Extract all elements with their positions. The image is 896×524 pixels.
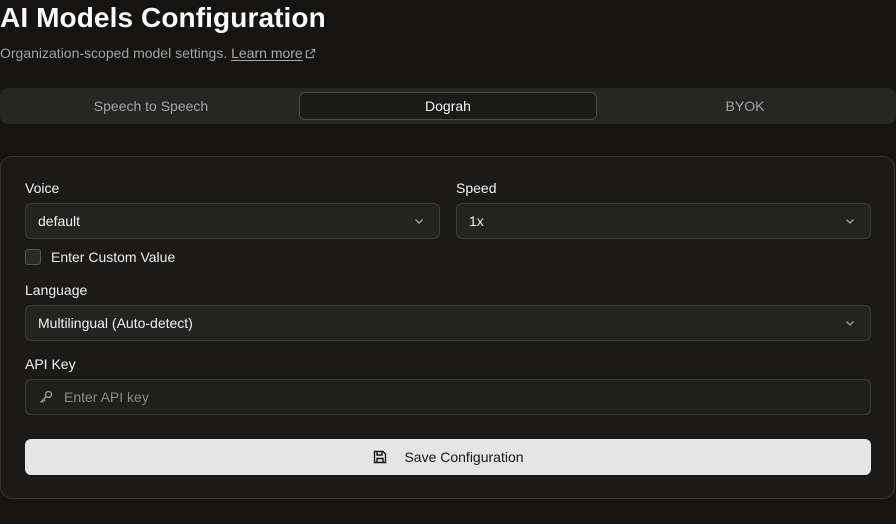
save-label: Save Configuration [404,449,524,465]
tab-speech-to-speech[interactable]: Speech to Speech [3,92,299,120]
voice-select[interactable]: default [25,203,440,239]
configuration-card: Voice default Speed 1x Enter Custom Valu… [0,156,895,499]
custom-value-row: Enter Custom Value [25,249,175,265]
language-select[interactable]: Multilingual (Auto-detect) [25,305,871,341]
learn-more-link[interactable]: Learn more [231,45,316,61]
api-key-label: API Key [25,356,76,372]
tab-dograh[interactable]: Dograh [299,92,597,120]
model-tabs: Speech to Speech Dograh BYOK [0,88,896,124]
save-icon [374,450,387,464]
voice-value: default [38,213,81,229]
language-label: Language [25,282,88,298]
subtitle-text: Organization-scoped model settings. [0,45,228,61]
chevron-down-icon [846,219,854,224]
custom-value-checkbox[interactable] [25,249,41,265]
chevron-down-icon [846,321,854,326]
api-key-field [25,379,871,415]
voice-label: Voice [25,180,60,196]
ai-models-page: AI Models Configuration Organization-sco… [0,0,896,524]
learn-more-label: Learn more [231,45,303,61]
external-link-icon [305,46,316,62]
api-key-input[interactable] [62,388,858,406]
speed-label: Speed [456,180,497,196]
page-title: AI Models Configuration [0,2,326,33]
tab-byok[interactable]: BYOK [597,92,893,120]
page-subtitle: Organization-scoped model settings. Lear… [0,45,316,62]
custom-value-label: Enter Custom Value [51,249,176,265]
speed-value: 1x [469,213,484,229]
language-value: Multilingual (Auto-detect) [38,315,193,331]
speed-select[interactable]: 1x [456,203,871,239]
chevron-down-icon [415,219,423,224]
save-configuration-button[interactable]: Save Configuration [25,439,871,475]
key-icon [40,390,53,403]
